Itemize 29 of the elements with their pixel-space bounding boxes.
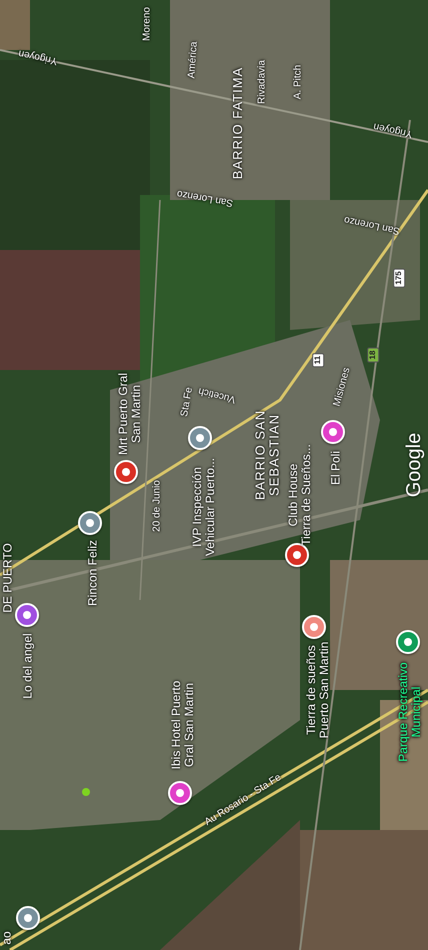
route-shield: 11: [312, 352, 324, 368]
street-label: A. Pitch: [292, 64, 304, 100]
street-label: Sta Fe: [179, 386, 195, 418]
area-label: BARRIO FATIMA: [230, 66, 246, 180]
place-label[interactable]: IVP Inspección Vehicular Puerto...: [190, 458, 218, 556]
street-label: Moreno: [142, 7, 152, 41]
area-label: BARRIO SAN SEBASTIAN: [254, 410, 282, 500]
route-shield: 175: [393, 268, 405, 288]
place-label[interactable]: Tierra de sueños Puerto San Martin: [304, 642, 332, 738]
place-label[interactable]: El Poli: [329, 451, 343, 485]
street-label: 20 de Junio: [152, 480, 162, 532]
place-label[interactable]: Lo del angel: [21, 633, 35, 699]
place-label: ao: [0, 931, 14, 945]
street-label: Vucetich: [197, 385, 237, 405]
route-shield: 18: [367, 348, 379, 362]
place-label[interactable]: Club House Tierra de Sueños...: [286, 444, 314, 546]
place-label[interactable]: Mrt Puerto Gral San Martin: [116, 372, 144, 456]
street-label: San Lorenzo: [343, 214, 401, 236]
street-label: América: [186, 41, 200, 79]
place-label[interactable]: Parque Recreativo Municipal: [396, 662, 424, 762]
street-label: Misiones: [332, 366, 352, 408]
place-label[interactable]: Ibis Hotel Puerto Gral San Martin: [170, 680, 196, 770]
place-label[interactable]: Rincon Feliz: [86, 540, 100, 606]
street-label: Yrigoyen: [372, 120, 414, 140]
place-label: DE PUERTO: [1, 543, 15, 613]
street-label: Rivadavia: [256, 60, 268, 104]
street-label: Yrigoyen: [18, 48, 58, 66]
street-label: San Lorenzo: [176, 188, 234, 208]
map-attribution: Google: [402, 432, 426, 498]
